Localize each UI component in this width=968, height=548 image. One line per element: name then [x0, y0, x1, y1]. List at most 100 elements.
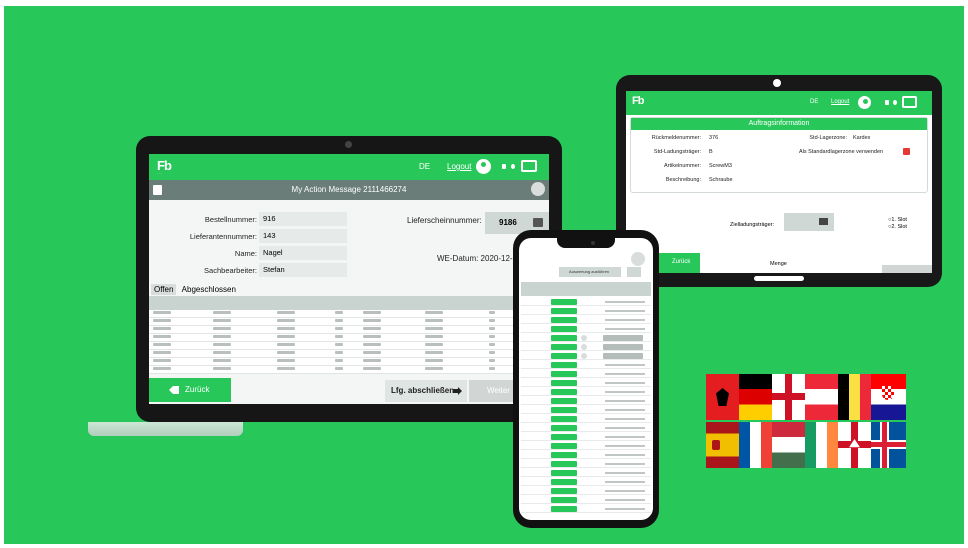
close-delivery-button[interactable]: Lfg. abschließen: [385, 380, 467, 402]
table-row[interactable]: [149, 310, 549, 318]
list-item[interactable]: [521, 343, 651, 351]
battery-icon: [502, 164, 506, 169]
slot-options[interactable]: ○1. Slot ○2. Slot: [888, 217, 907, 231]
table-row[interactable]: [149, 334, 549, 342]
user-icon[interactable]: [858, 96, 871, 109]
table-header: [149, 296, 549, 310]
laptop-camera: [345, 141, 352, 148]
laptop-device: Fb ····· DE Logout My Action Message 2111…: [136, 136, 562, 422]
field-name: Name: Nagel: [149, 246, 349, 260]
list-item[interactable]: [521, 505, 651, 513]
list-item[interactable]: [521, 442, 651, 450]
arrow-left-icon: [169, 386, 179, 394]
screen-icon[interactable]: [902, 96, 917, 108]
standard-zone-label: Als Standardlagerzone verwenden: [799, 149, 884, 155]
app-logo: Fb: [632, 95, 644, 107]
order-info-panel: Auftragsinformation Rückmeldenummer: 376…: [630, 117, 928, 193]
list-item[interactable]: [521, 415, 651, 423]
app-logo: Fb ·····: [157, 158, 172, 175]
status-icon: [511, 164, 515, 169]
back-button[interactable]: Zurück: [149, 378, 231, 402]
flag-belgium-icon[interactable]: [838, 374, 871, 420]
list-item[interactable]: [521, 352, 651, 360]
list-item[interactable]: [521, 406, 651, 414]
page-title: My Action Message 2111466274: [291, 185, 407, 194]
list-item[interactable]: [521, 307, 651, 315]
tablet-next-button[interactable]: [882, 265, 932, 273]
flag-germany-icon[interactable]: [739, 374, 772, 420]
table-row[interactable]: [149, 350, 549, 358]
expand-icon[interactable]: [531, 182, 545, 196]
flag-iceland-icon[interactable]: [871, 422, 906, 468]
list-item[interactable]: [521, 496, 651, 504]
logout-link[interactable]: Logout: [447, 162, 471, 171]
flag-ireland-icon[interactable]: [805, 422, 838, 468]
zielladung-input[interactable]: [784, 213, 834, 231]
table-row[interactable]: [149, 318, 549, 326]
section-title: Auftragsinformation: [631, 118, 927, 130]
language-flags: [706, 374, 906, 468]
list-item[interactable]: [521, 334, 651, 342]
tab-abgeschlossen[interactable]: Abgeschlossen: [179, 284, 239, 295]
page-title-bar: My Action Message 2111466274: [149, 180, 549, 200]
list-item[interactable]: [521, 433, 651, 441]
flag-hungary-icon[interactable]: [772, 422, 805, 468]
list-item[interactable]: [521, 460, 651, 468]
phone-table-header: [521, 282, 651, 296]
table-row[interactable]: [149, 366, 549, 374]
field-bestellnummer: Bestellnummer: 916: [149, 212, 349, 226]
list-item[interactable]: [521, 325, 651, 333]
phone-notch: [557, 238, 615, 248]
list-item[interactable]: [521, 388, 651, 396]
download-icon[interactable]: [627, 267, 641, 277]
flag-northern-ireland-icon[interactable]: [838, 422, 871, 468]
phone-device: Auswertung ausführen: [513, 230, 659, 528]
zielladung-label: Zielladungsträger:: [730, 222, 775, 228]
table-row[interactable]: [149, 326, 549, 334]
table-row[interactable]: [149, 358, 549, 366]
phone-screen: Auswertung ausführen: [519, 238, 653, 520]
tab-offen[interactable]: Offen: [151, 284, 177, 295]
language-selector[interactable]: DE: [419, 162, 430, 171]
keyboard-icon[interactable]: [533, 218, 543, 227]
list-item[interactable]: [521, 298, 651, 306]
list-item[interactable]: [521, 469, 651, 477]
list-item[interactable]: [521, 478, 651, 486]
laptop-base: [88, 422, 243, 436]
flag-spain-icon[interactable]: [706, 422, 739, 468]
tablet-home-bar: [754, 276, 804, 281]
language-selector[interactable]: DE: [810, 99, 818, 105]
flag-austria-icon[interactable]: [805, 374, 838, 420]
tablet-back-button[interactable]: Zurück: [658, 253, 700, 273]
tab-bar: Offen Abgeschlossen: [151, 284, 239, 295]
grid-icon[interactable]: [631, 252, 645, 266]
list-item[interactable]: [521, 370, 651, 378]
list-item[interactable]: [521, 424, 651, 432]
list-item[interactable]: [521, 361, 651, 369]
flag-france-icon[interactable]: [739, 422, 772, 468]
user-icon[interactable]: [476, 159, 491, 174]
status-icon: [893, 100, 897, 105]
flag-england-icon[interactable]: [772, 374, 805, 420]
logout-link[interactable]: Logout: [831, 99, 849, 105]
arrow-right-icon: [453, 387, 462, 395]
data-table: [149, 296, 549, 374]
tablet-app-header: Fb DE Logout: [626, 91, 932, 115]
standard-zone-checkbox[interactable]: [903, 148, 910, 155]
list-item[interactable]: [521, 487, 651, 495]
list-item[interactable]: [521, 316, 651, 324]
flag-albania-icon[interactable]: [706, 374, 739, 420]
list-item[interactable]: [521, 379, 651, 387]
tablet-device: Fb DE Logout Auftragsinformation Rückmel…: [616, 75, 942, 287]
tablet-screen: Fb DE Logout Auftragsinformation Rückmel…: [626, 91, 932, 273]
flag-croatia-icon[interactable]: [871, 374, 906, 420]
field-sachbearbeiter: Sachbearbeiter: Stefan: [149, 263, 349, 277]
table-row[interactable]: [149, 342, 549, 350]
tablet-camera: [773, 79, 781, 87]
run-analysis-button[interactable]: Auswertung ausführen: [559, 267, 621, 277]
list-item[interactable]: [521, 397, 651, 405]
screen-icon[interactable]: [521, 160, 537, 172]
list-item[interactable]: [521, 451, 651, 459]
battery-icon: [885, 100, 889, 105]
app-header: Fb ····· DE Logout: [149, 154, 549, 180]
